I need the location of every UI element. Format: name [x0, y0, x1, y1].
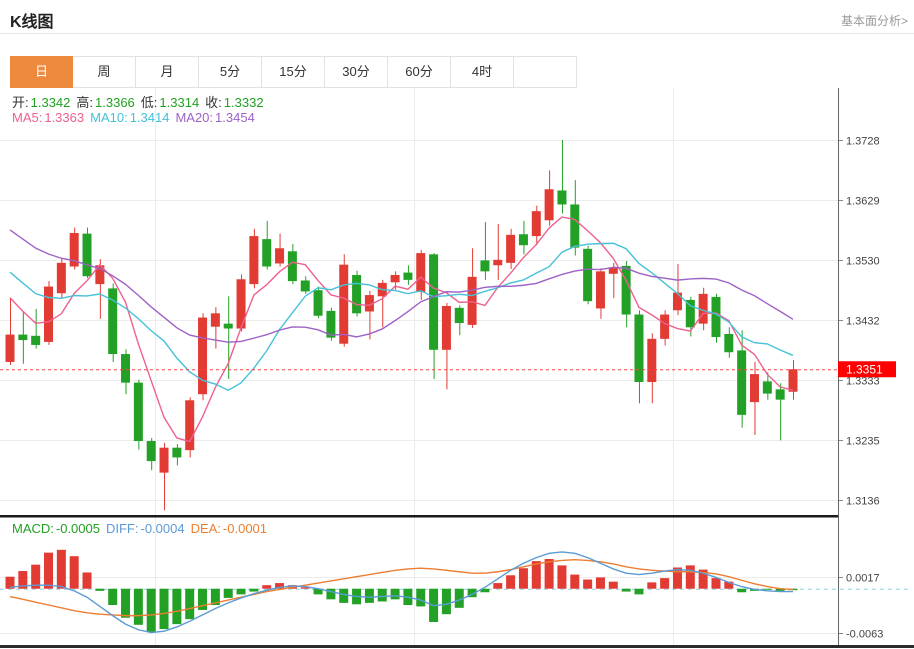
- ma-legend: MA5:1.3363 MA10:1.3414 MA20:1.3454: [12, 110, 261, 125]
- legend-label: 开:: [12, 95, 29, 110]
- tab-15分[interactable]: 15分: [262, 56, 325, 88]
- legend-label: MA10:: [90, 110, 128, 125]
- legend-value: 1.3342: [31, 95, 71, 110]
- legend-value: -0.0005: [56, 521, 100, 536]
- legend-value: 1.3332: [224, 95, 264, 110]
- tab-spacer: [514, 56, 577, 88]
- kline-widget: K线图 基本面分析> 日周月5分15分30分60分4时 开:1.3342高:1.…: [0, 0, 914, 649]
- legend-label: MACD:: [12, 521, 54, 536]
- page-title: K线图: [10, 8, 54, 32]
- legend-label: 收:: [205, 95, 222, 110]
- fundamental-analysis-link[interactable]: 基本面分析>: [841, 12, 908, 29]
- period-tabs: 日周月5分15分30分60分4时: [10, 56, 577, 88]
- legend-value: 1.3414: [130, 110, 170, 125]
- legend-value: 1.3314: [159, 95, 199, 110]
- title-divider: [0, 33, 914, 34]
- macd-legend: MACD:-0.0005 DIFF:-0.0004 DEA:-0.0001: [12, 521, 273, 536]
- legend-label: 低:: [141, 95, 158, 110]
- tab-月[interactable]: 月: [136, 56, 199, 88]
- tab-日[interactable]: 日: [10, 56, 73, 88]
- legend-label: 高:: [76, 95, 93, 110]
- legend-value: -0.0004: [140, 521, 184, 536]
- kline-chart-canvas[interactable]: [0, 88, 914, 649]
- legend-label: MA20:: [175, 110, 213, 125]
- tab-周[interactable]: 周: [73, 56, 136, 88]
- legend-value: 1.3363: [44, 110, 84, 125]
- legend-value: 1.3366: [95, 95, 135, 110]
- legend-label: MA5:: [12, 110, 42, 125]
- legend-value: 1.3454: [215, 110, 255, 125]
- tab-5分[interactable]: 5分: [199, 56, 262, 88]
- legend-label: DIFF:: [106, 521, 139, 536]
- tab-30分[interactable]: 30分: [325, 56, 388, 88]
- tab-60分[interactable]: 60分: [388, 56, 451, 88]
- legend-value: -0.0001: [223, 521, 267, 536]
- tab-4时[interactable]: 4时: [451, 56, 514, 88]
- ohlc-legend: 开:1.3342 高:1.3366 低:1.3314 收:1.3332: [12, 92, 270, 111]
- legend-label: DEA:: [191, 521, 221, 536]
